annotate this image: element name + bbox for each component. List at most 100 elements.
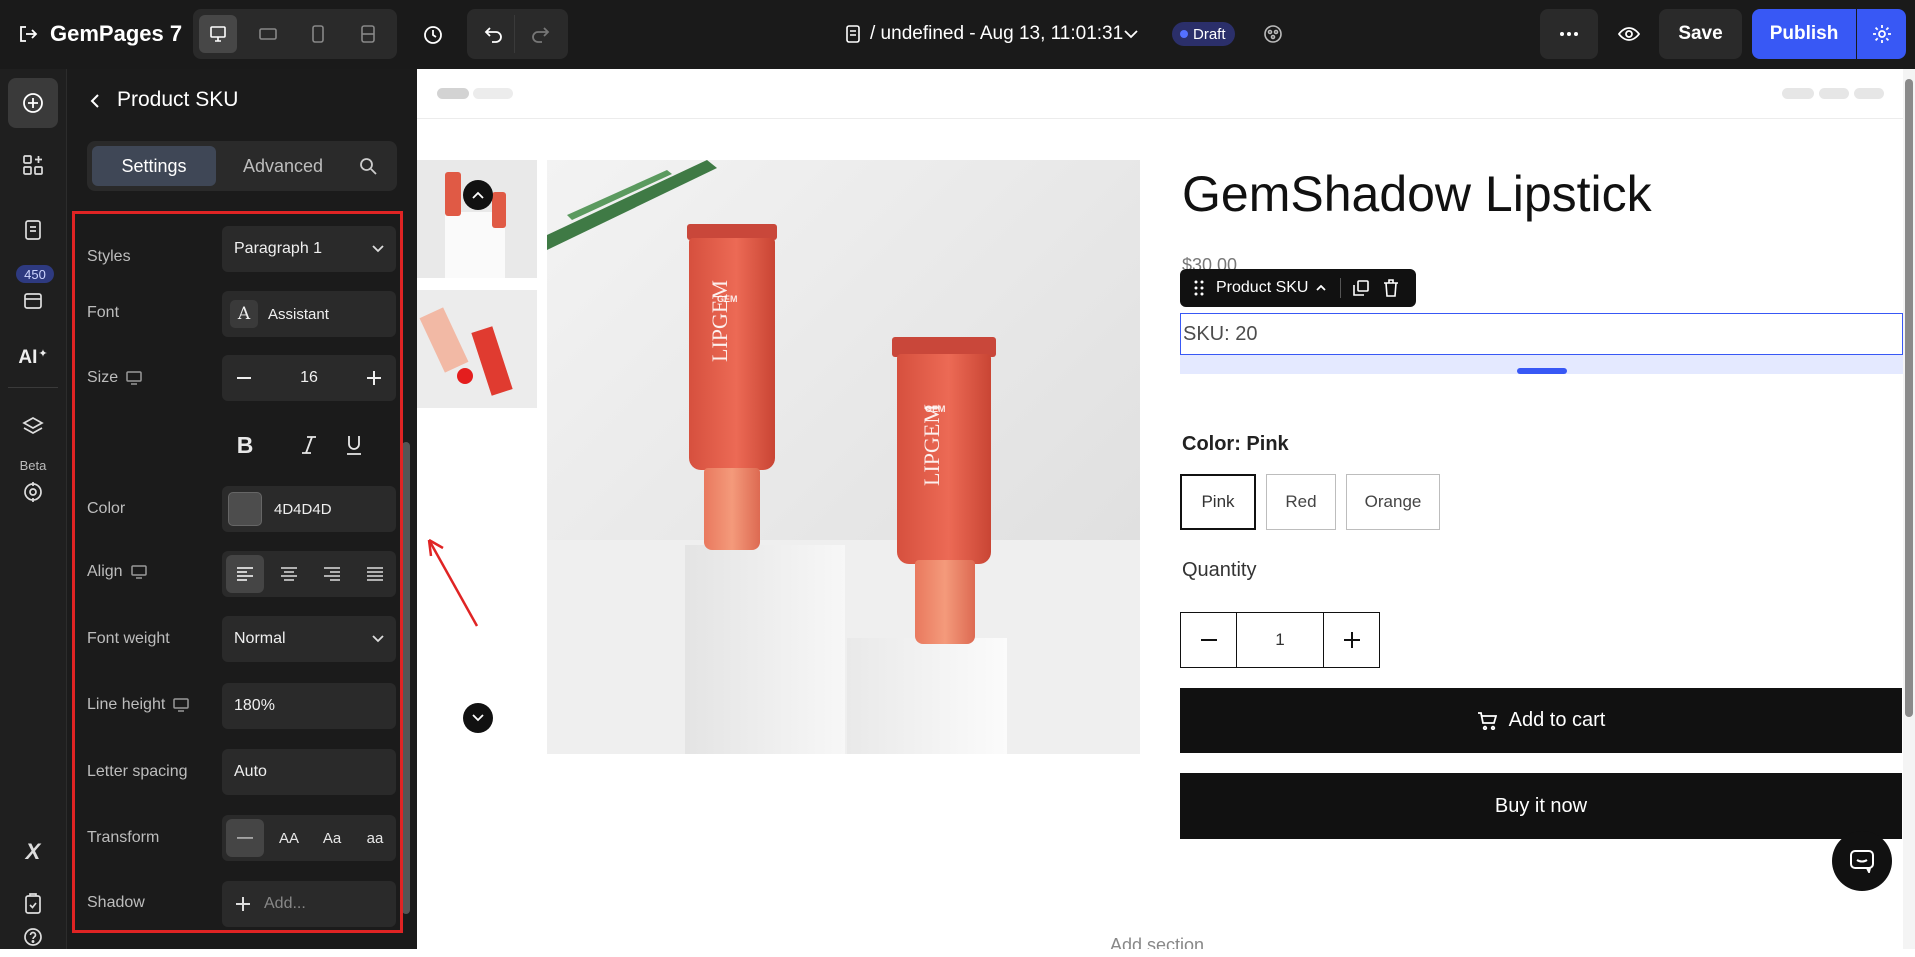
- transform-group: — AA Aa aa: [222, 815, 396, 861]
- quantity-plus-icon[interactable]: [1323, 613, 1379, 667]
- redo-icon[interactable]: [519, 15, 561, 53]
- tablet-landscape-icon[interactable]: [249, 15, 287, 53]
- add-section-label[interactable]: Add section: [1110, 935, 1204, 949]
- delete-trash-icon[interactable]: [1383, 279, 1399, 297]
- chevron-down-icon[interactable]: [1122, 22, 1140, 46]
- transform-uppercase-option[interactable]: AA: [270, 819, 308, 857]
- transform-capitalize-option[interactable]: Aa: [313, 819, 351, 857]
- tab-settings[interactable]: Settings: [92, 146, 216, 186]
- variant-option-red[interactable]: Red: [1266, 474, 1336, 530]
- minus-icon[interactable]: [222, 377, 266, 379]
- help-icon[interactable]: [8, 917, 58, 957]
- variant-option-orange[interactable]: Orange: [1346, 474, 1440, 530]
- back-arrow-icon[interactable]: [85, 91, 105, 111]
- panel-tabs: Settings Advanced: [87, 141, 397, 191]
- italic-icon[interactable]: [290, 426, 328, 464]
- color-variant-label: Color: Pink: [1182, 433, 1289, 455]
- align-left-icon[interactable]: [226, 555, 264, 593]
- letter-spacing-input[interactable]: Auto: [222, 749, 396, 795]
- tube-body: GEM LIPGEM: [689, 238, 775, 470]
- buy-now-button[interactable]: Buy it now: [1180, 773, 1902, 839]
- x-brand-icon[interactable]: X: [8, 827, 58, 877]
- underline-icon[interactable]: [335, 426, 373, 464]
- duplicate-icon[interactable]: [1353, 280, 1370, 296]
- line-height-label-row: Line height: [87, 682, 190, 728]
- product-title[interactable]: GemShadow Lipstick: [1182, 165, 1652, 223]
- font-label: Font: [87, 304, 120, 321]
- panel-scrollbar-thumb[interactable]: [402, 442, 410, 914]
- preview-eye-icon[interactable]: [1608, 9, 1650, 59]
- theme-palette-icon[interactable]: [1260, 20, 1286, 48]
- color-picker[interactable]: 4D4D4D: [222, 486, 396, 532]
- element-tag-label[interactable]: Product SKU: [1216, 279, 1308, 297]
- font-weight-select[interactable]: Normal: [222, 616, 396, 662]
- size-value[interactable]: 16: [300, 369, 318, 387]
- chevron-up-icon[interactable]: [463, 180, 493, 210]
- styles-label: Styles: [87, 248, 131, 265]
- desktop-icon[interactable]: [199, 15, 237, 53]
- publish-settings-gear-icon[interactable]: [1857, 9, 1906, 59]
- drag-handle-icon[interactable]: [1194, 280, 1204, 296]
- ai-icon[interactable]: AI ✦: [8, 333, 58, 383]
- align-group: [222, 551, 396, 597]
- quantity-minus-icon[interactable]: [1181, 613, 1237, 667]
- shadow-add-field[interactable]: Add...: [222, 881, 396, 927]
- mobile-icon[interactable]: [299, 15, 337, 53]
- add-to-cart-button[interactable]: Add to cart: [1180, 688, 1902, 753]
- canvas-scrollbar-thumb[interactable]: [1905, 79, 1913, 717]
- save-button[interactable]: Save: [1659, 9, 1742, 59]
- align-justify-icon[interactable]: [356, 555, 394, 593]
- font-select[interactable]: A Assistant: [222, 291, 396, 337]
- main-product-image[interactable]: GEM LIPGEM GEM LIPGEM: [547, 160, 1140, 754]
- editor-canvas: GEM LIPGEM GEM LIPGEM GemShadow Lipstick…: [417, 69, 1915, 949]
- color-value[interactable]: 4D4D4D: [274, 501, 332, 518]
- search-icon[interactable]: [355, 153, 381, 179]
- chevron-down-icon[interactable]: [463, 703, 493, 733]
- pages-icon[interactable]: [8, 210, 58, 250]
- library-icon[interactable]: [8, 281, 58, 321]
- caret-up-icon[interactable]: [1316, 285, 1327, 291]
- thumbnail-2[interactable]: [417, 290, 537, 408]
- sections-icon[interactable]: [8, 140, 58, 190]
- undo-icon[interactable]: [473, 15, 515, 53]
- header-placeholder-bar: [1819, 88, 1849, 99]
- layers-icon[interactable]: [8, 402, 58, 452]
- styles-select[interactable]: Paragraph 1: [222, 226, 396, 272]
- undo-redo-group: [467, 9, 568, 59]
- quantity-input[interactable]: 1: [1237, 613, 1323, 667]
- history-icon[interactable]: [418, 20, 448, 50]
- page-title[interactable]: / undefined - Aug 13, 11:01:31: [870, 20, 1123, 48]
- variant-option-pink[interactable]: Pink: [1180, 474, 1256, 530]
- device-responsive-icon: [173, 698, 190, 712]
- exit-icon[interactable]: [16, 20, 40, 48]
- target-icon[interactable]: [8, 472, 58, 512]
- more-options-icon[interactable]: [1540, 9, 1598, 59]
- custom-device-icon[interactable]: [349, 15, 387, 53]
- size-stepper[interactable]: 16: [222, 355, 396, 401]
- plus-icon: [236, 897, 250, 911]
- align-center-icon[interactable]: [270, 555, 308, 593]
- tube-neck: [704, 468, 760, 550]
- canvas-scrollbar-track[interactable]: [1903, 69, 1915, 949]
- bold-icon[interactable]: B: [226, 426, 264, 464]
- resize-handle[interactable]: [1517, 368, 1567, 374]
- product-sku-text[interactable]: SKU: 20: [1180, 313, 1903, 355]
- transform-none-option[interactable]: —: [226, 819, 264, 857]
- plus-icon[interactable]: [352, 371, 396, 385]
- add-element-icon[interactable]: [8, 78, 58, 128]
- chevron-down-icon: [372, 245, 384, 253]
- chat-icon[interactable]: [1832, 831, 1892, 891]
- shadow-placeholder: Add...: [264, 895, 306, 912]
- thumbnail-1[interactable]: [417, 160, 537, 278]
- status-badge-label: Draft: [1193, 25, 1226, 43]
- transform-lowercase-option[interactable]: aa: [356, 819, 394, 857]
- tube-neck: [915, 560, 975, 644]
- shadow-label: Shadow: [87, 894, 145, 911]
- publish-button[interactable]: Publish: [1752, 9, 1856, 59]
- align-right-icon[interactable]: [313, 555, 351, 593]
- line-height-input[interactable]: 180%: [222, 683, 396, 729]
- header-placeholder-bar: [473, 88, 513, 99]
- tab-advanced[interactable]: Advanced: [221, 146, 345, 186]
- font-weight-value: Normal: [234, 630, 286, 647]
- color-swatch[interactable]: [228, 492, 262, 526]
